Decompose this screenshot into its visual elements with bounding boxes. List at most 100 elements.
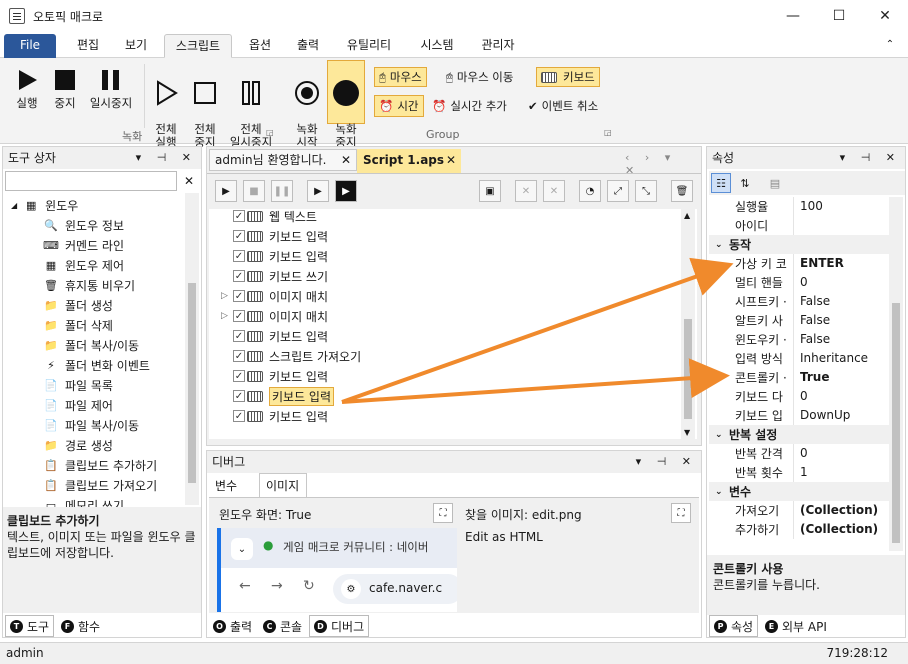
minimize-button[interactable]: — xyxy=(770,0,816,32)
property-row[interactable]: 가져오기 (Collection) xyxy=(709,501,889,520)
script-line[interactable]: ✓ 키보드 입력 xyxy=(221,226,328,246)
menu-script[interactable]: 스크립트 xyxy=(164,34,232,58)
menu-output[interactable]: 출력 xyxy=(288,34,328,58)
menu-admin[interactable]: 관리자 xyxy=(472,34,524,58)
fullscreen-icon[interactable]: ⛶ xyxy=(433,503,453,523)
stop-icon-small[interactable]: ■ xyxy=(243,180,265,202)
scroll-thumb[interactable] xyxy=(188,283,196,483)
mouse-move-button[interactable]: 🖱 마우스 이동 xyxy=(442,67,517,87)
script-line[interactable]: ▷ ✓ 이미지 매치 xyxy=(221,286,328,306)
property-value[interactable]: (Collection) xyxy=(793,501,878,520)
menu-file[interactable]: File xyxy=(4,34,56,58)
tab-tools[interactable]: T 도구 xyxy=(5,615,55,637)
checkbox[interactable]: ✓ xyxy=(233,410,245,422)
close-box-icon[interactable]: ✕ xyxy=(515,180,537,202)
tab-variables[interactable]: 변수 xyxy=(215,477,237,494)
toolbox-item[interactable]: 🗑 휴지통 비우기 xyxy=(43,275,135,295)
realtime-add-button[interactable]: ⏰ 실시간 추가 xyxy=(428,96,511,116)
toolbox-item[interactable]: 📋 클립보드 가져오기 xyxy=(43,475,157,495)
group-expand-icon[interactable]: ◲ xyxy=(266,128,274,137)
mouse-button[interactable]: 🖰 마우스 xyxy=(374,67,427,87)
maximize-button[interactable]: ☐ xyxy=(816,0,862,32)
collapse-icon[interactable]: ⤡ xyxy=(635,180,657,202)
fullscreen-icon-2[interactable]: ⛶ xyxy=(671,503,691,523)
toolbox-item[interactable]: 📁 경로 생성 xyxy=(43,435,113,455)
property-row[interactable]: 반복 횟수 1 xyxy=(709,463,889,482)
property-value[interactable]: 0 xyxy=(793,444,808,463)
checkbox[interactable]: ✓ xyxy=(233,370,245,382)
property-row[interactable]: 콘트롤키 · True xyxy=(709,368,889,387)
toolbox-item[interactable]: 📁 폴더 생성 xyxy=(43,295,113,315)
run-button[interactable]: 실행 xyxy=(10,66,44,110)
checkbox[interactable]: ✓ xyxy=(233,270,245,282)
panel-pin-close-icons-3[interactable]: ▾ ⊣ ✕ xyxy=(840,147,901,169)
toolbox-item[interactable]: 🔍 윈도우 정보 xyxy=(43,215,124,235)
checkbox[interactable]: ✓ xyxy=(233,390,245,402)
run-frame-filled-icon[interactable]: ▶ xyxy=(335,180,357,202)
close-tab-icon[interactable]: ✕ xyxy=(341,150,351,170)
properties-scroll-thumb[interactable] xyxy=(892,303,900,543)
property-value[interactable]: 1 xyxy=(793,463,808,482)
keyboard-button[interactable]: 키보드 xyxy=(536,67,600,87)
clear-search-icon[interactable]: ✕ xyxy=(179,171,199,191)
property-value[interactable]: DownUp xyxy=(793,406,850,425)
refresh-icon[interactable]: ◔ xyxy=(579,180,601,202)
script-line[interactable]: ✓ 키보드 입력 xyxy=(221,326,328,346)
property-value[interactable]: True xyxy=(793,368,829,387)
toolbox-item[interactable]: 📄 파일 목록 xyxy=(43,375,113,395)
tab-image[interactable]: 이미지 xyxy=(259,473,307,497)
close-button[interactable]: ✕ xyxy=(862,0,908,32)
scroll-up-icon[interactable]: ▲ xyxy=(684,211,690,220)
script-line[interactable]: ▷ ✓ 이미지 매치 xyxy=(221,306,328,326)
play-icon-small[interactable]: ▶ xyxy=(215,180,237,202)
toolbox-item[interactable]: ▦ 윈도우 제어 xyxy=(43,255,124,275)
delete-icon[interactable]: 🗑 xyxy=(671,180,693,202)
tab-properties[interactable]: P 속성 xyxy=(709,615,759,637)
property-value[interactable]: False xyxy=(793,311,830,330)
script-line[interactable]: ✓ 키보드 입력 xyxy=(221,406,328,426)
tab-welcome[interactable]: admin님 환영합니다. ✕ xyxy=(209,149,357,171)
event-cancel-button[interactable]: ✔ 이벤트 취소 xyxy=(524,96,602,116)
property-row[interactable]: 멀티 핸들 0 xyxy=(709,273,889,292)
property-row[interactable]: 실행율 100 xyxy=(709,197,889,216)
script-scroll-thumb[interactable] xyxy=(684,319,692,419)
script-line[interactable]: ✓ 스크립트 가져오기 xyxy=(221,346,361,366)
collapse-icon[interactable]: ⌄ xyxy=(709,487,729,497)
group-expand-icon-2[interactable]: ◲ xyxy=(604,128,612,137)
categorized-icon[interactable]: ☷ xyxy=(711,173,731,193)
menu-utility[interactable]: 유틸리티 xyxy=(338,34,400,58)
tab-script[interactable]: Script 1.aps ✕ xyxy=(357,149,461,173)
pause-icon-small[interactable]: ❚❚ xyxy=(271,180,293,202)
toolbox-item[interactable]: ⚡ 폴더 변화 이벤트 xyxy=(43,355,150,375)
menu-options[interactable]: 옵션 xyxy=(240,34,280,58)
stop-button[interactable]: 중지 xyxy=(48,66,82,110)
toolbox-search-input[interactable] xyxy=(5,171,177,191)
tree-category-window[interactable]: ◢ ▦ 윈도우 xyxy=(11,195,78,215)
tab-debug[interactable]: D 디버그 xyxy=(309,615,370,637)
image-icon[interactable]: ▣ xyxy=(479,180,501,202)
script-line[interactable]: ✓ 키보드 쓰기 xyxy=(221,266,328,286)
tab-output[interactable]: O 출력 xyxy=(209,615,256,637)
property-row[interactable]: 반복 간격 0 xyxy=(709,444,889,463)
pause-button[interactable]: 일시중지 xyxy=(86,66,136,110)
property-category[interactable]: ⌄ 변수 xyxy=(709,482,889,501)
property-value[interactable]: (Collection) xyxy=(793,520,878,539)
expand-arrow-icon[interactable]: ▷ xyxy=(221,311,233,321)
script-line[interactable]: ✓ 키보드 입력 xyxy=(221,246,328,266)
property-value[interactable]: 100 xyxy=(793,197,823,216)
script-line[interactable]: ✓ 웹 텍스트 xyxy=(221,206,317,226)
property-row[interactable]: 키보드 다 0 xyxy=(709,387,889,406)
script-line[interactable]: ✓ 키보드 입력 xyxy=(221,366,328,386)
collapse-icon[interactable]: ⌄ xyxy=(709,430,729,440)
menu-edit[interactable]: 편집 xyxy=(68,34,108,58)
toolbox-item[interactable]: 📁 폴더 복사/이동 xyxy=(43,335,139,355)
property-row[interactable]: 아이디 xyxy=(709,216,889,235)
toolbox-item[interactable]: 📄 파일 제어 xyxy=(43,395,113,415)
expand-icon[interactable]: ⤢ xyxy=(607,180,629,202)
property-row[interactable]: 키보드 입 DownUp xyxy=(709,406,889,425)
property-row[interactable]: 알트키 사 False xyxy=(709,311,889,330)
toolbox-item[interactable]: 📋 클립보드 추가하기 xyxy=(43,455,157,475)
checkbox[interactable]: ✓ xyxy=(233,330,245,342)
tab-functions[interactable]: F 함수 xyxy=(57,615,104,637)
sort-alpha-icon[interactable]: ⇅ xyxy=(735,173,755,193)
